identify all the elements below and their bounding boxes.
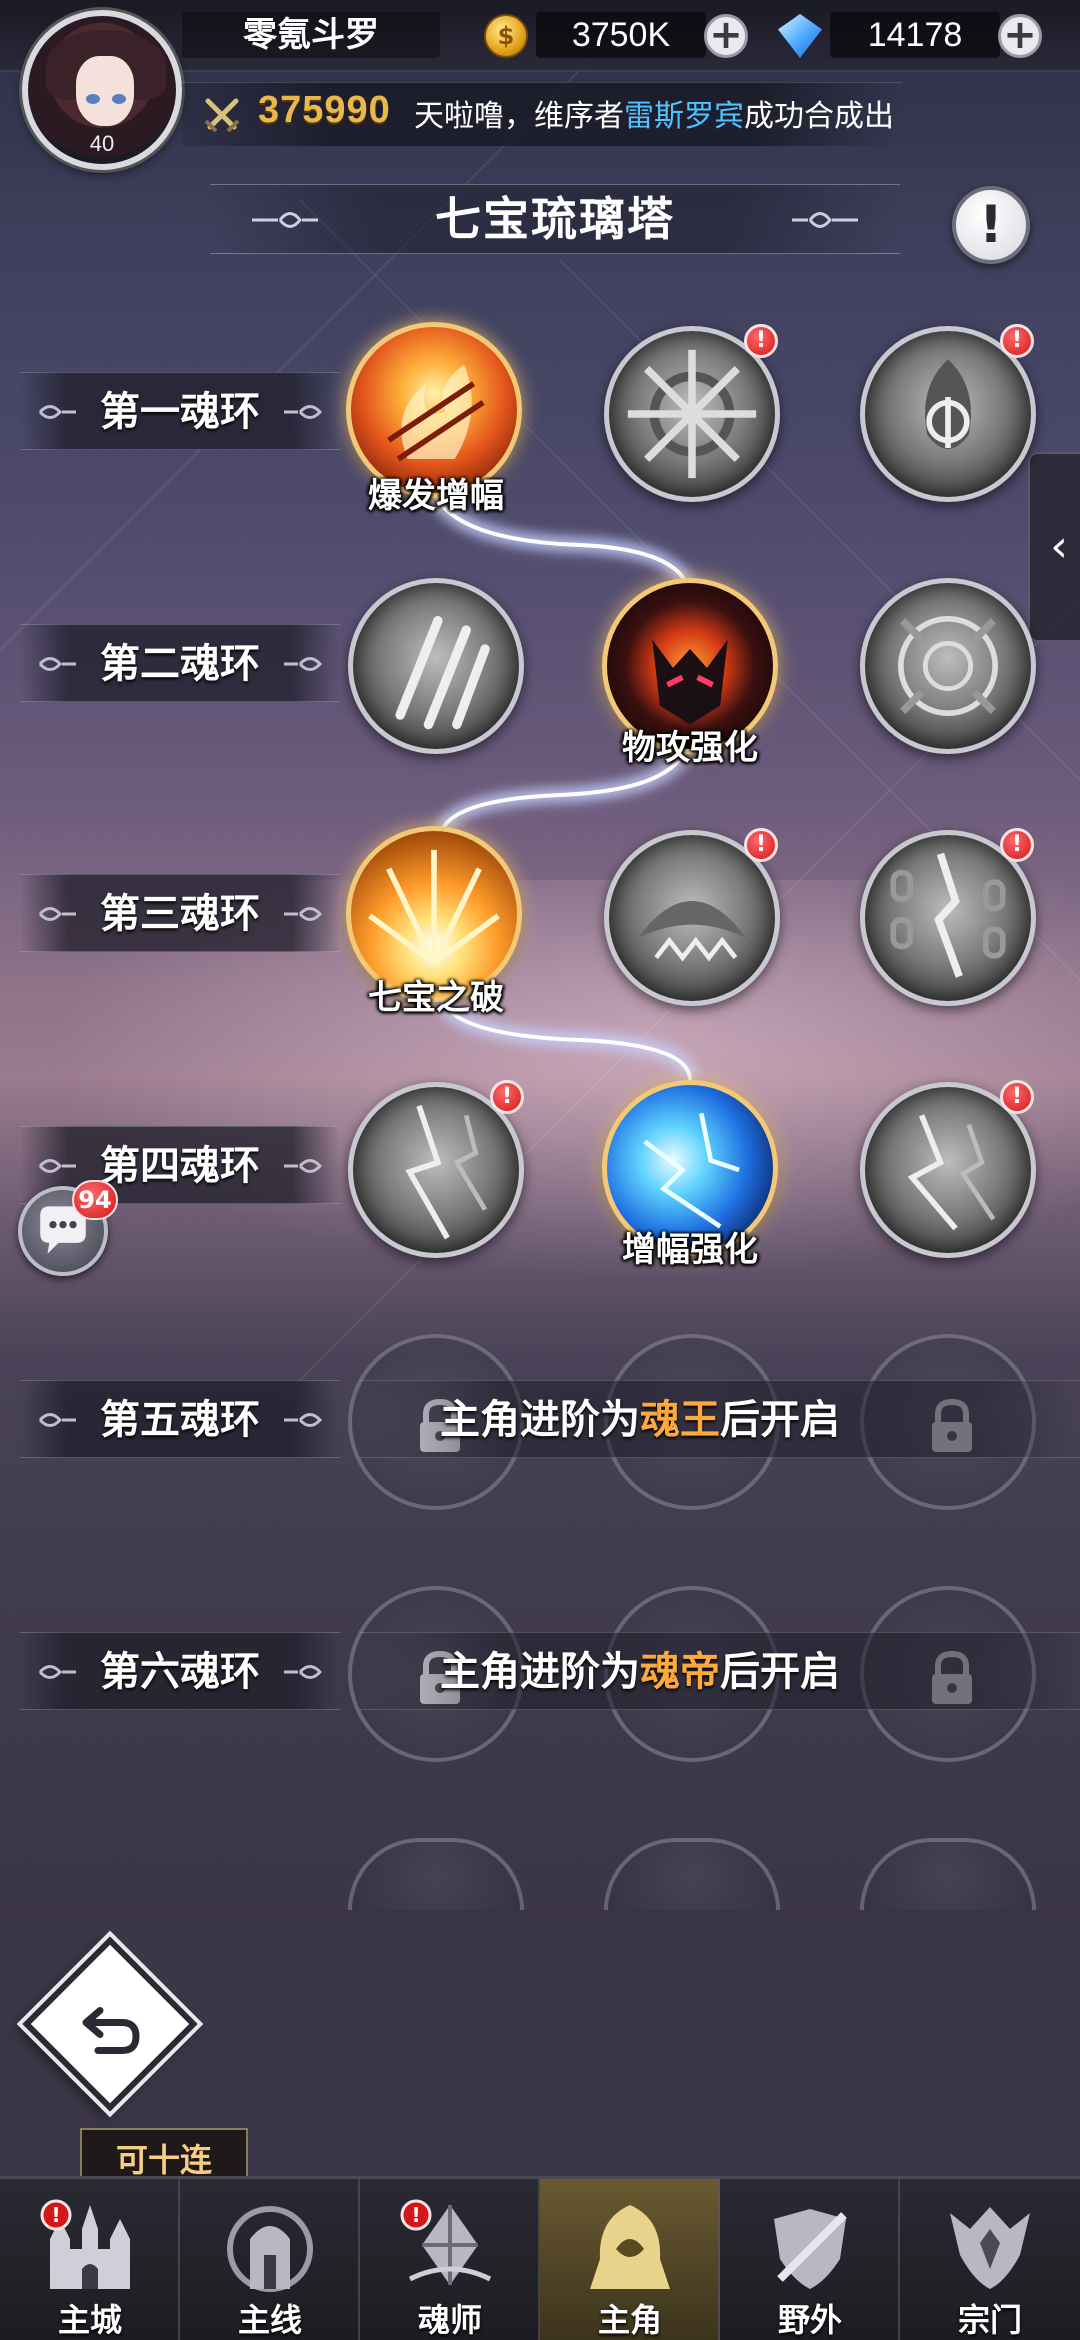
lightning-icon [405, 1104, 488, 1240]
ticker-prefix: 天啦噜，维序者 [414, 99, 624, 134]
side-drawer-tab[interactable]: ‹ [1028, 452, 1080, 642]
label-ornament-icon [284, 405, 322, 419]
flame-crest-icon [925, 359, 971, 449]
ring-label-6: 第六魂环 [20, 1632, 340, 1710]
unlock-condition-6: 主角进阶为魂帝后开启 [360, 1632, 1080, 1710]
crossed-swords-icon [204, 98, 240, 133]
crest-icon [950, 2207, 1030, 2289]
alert-badge: ! [744, 324, 778, 358]
add-gems-button[interactable]: + [998, 14, 1042, 58]
wheel-icon [627, 349, 757, 479]
gem-amount: 14178 [830, 12, 1000, 58]
nav-wild[interactable]: 野外 [720, 2179, 900, 2340]
back-button[interactable] [22, 1936, 198, 2112]
player-level: 40 [89, 131, 115, 156]
ticker-suffix: 成功合成出 [744, 99, 894, 134]
nav-label: 主线 [237, 2301, 302, 2339]
power-ticker-row: 375990 天啦噜，维序者雷斯罗宾成功合成出《 [182, 82, 902, 146]
lightning-icon [907, 1114, 996, 1231]
alert-badge: ! [1000, 324, 1034, 358]
alert-badge-icon: ! [400, 2199, 432, 2231]
ring-label-3: 第三魂环 [20, 874, 340, 952]
nav-label: 主角 [597, 2301, 662, 2339]
info-button[interactable]: ! [952, 186, 1030, 264]
ticker-player-name[interactable]: 雷斯罗宾 [624, 99, 744, 134]
alert-badge: ! [1000, 828, 1034, 862]
chat-unread-badge: 94 [72, 1180, 118, 1220]
ring-label-2: 第二魂环 [20, 624, 340, 702]
player-name: 零氪斗罗 [182, 12, 440, 58]
skill-name-label: 物攻强化 [622, 728, 758, 768]
gold-coin-icon: $ [484, 14, 528, 58]
unlock-condition-5: 主角进阶为魂王后开启 [360, 1380, 1080, 1458]
ring-label-5: 第五魂环 [20, 1380, 340, 1458]
nav-label: 主城 [57, 2301, 122, 2339]
nav-protagonist[interactable]: 主角 [540, 2179, 720, 2340]
nav-label: 魂师 [417, 2301, 482, 2339]
mandala-icon [898, 616, 998, 716]
skill-slot-mandala[interactable] [860, 578, 1036, 754]
label-ornament-icon [284, 907, 322, 921]
nav-sect[interactable]: 宗门 [900, 2179, 1080, 2340]
label-ornament-icon [284, 1413, 322, 1427]
bottom-navigation: ! 主城 主线 ! 魂师 主角 野外 宗门 [0, 2176, 1080, 2340]
gate-icon [227, 2206, 313, 2292]
nav-label: 宗门 [957, 2301, 1022, 2339]
alert-badge: ! [1000, 1080, 1034, 1114]
combat-power: 375990 [258, 89, 391, 131]
shield-sword-icon [774, 2209, 847, 2289]
nav-main-city[interactable]: ! 主城 [0, 2179, 180, 2340]
hooded-figure-icon [590, 2205, 670, 2289]
skill-name-label: 增幅强化 [622, 1230, 758, 1270]
nav-label: 野外 [777, 2301, 842, 2339]
skill-name-label: 爆发增幅 [368, 476, 504, 516]
ring-label-1: 第一魂环 [20, 372, 340, 450]
return-arrow-icon [82, 2006, 140, 2054]
svg-text:!: ! [411, 2203, 420, 2227]
label-ornament-icon [284, 1665, 322, 1679]
broadcast-ticker: 天啦噜，维序者雷斯罗宾成功合成出《 [414, 97, 902, 137]
claws-icon [395, 616, 490, 730]
svg-text:!: ! [51, 2203, 60, 2227]
nav-main-quest[interactable]: 主线 [180, 2179, 360, 2340]
alert-badge-icon: ! [40, 2199, 72, 2231]
alert-badge: ! [490, 1080, 524, 1114]
label-ornament-icon [284, 657, 322, 671]
title-ornament-right-icon [792, 212, 858, 228]
nav-soul-master[interactable]: ! 魂师 [360, 2179, 540, 2340]
alert-badge: ! [744, 828, 778, 862]
maw-icon [637, 901, 747, 962]
scroll-area-edge [0, 1910, 1080, 1920]
gold-amount: 3750K [536, 12, 706, 58]
add-gold-button[interactable]: + [704, 14, 748, 58]
label-ornament-icon [284, 1159, 322, 1173]
ticker-cutoff-mark: 《 [894, 99, 902, 134]
skill-name-label: 七宝之破 [368, 978, 504, 1018]
chains-icon [890, 852, 1006, 978]
skill-slot-claws[interactable] [348, 578, 524, 754]
page-title-bar: 七宝琉璃塔 [210, 184, 900, 254]
